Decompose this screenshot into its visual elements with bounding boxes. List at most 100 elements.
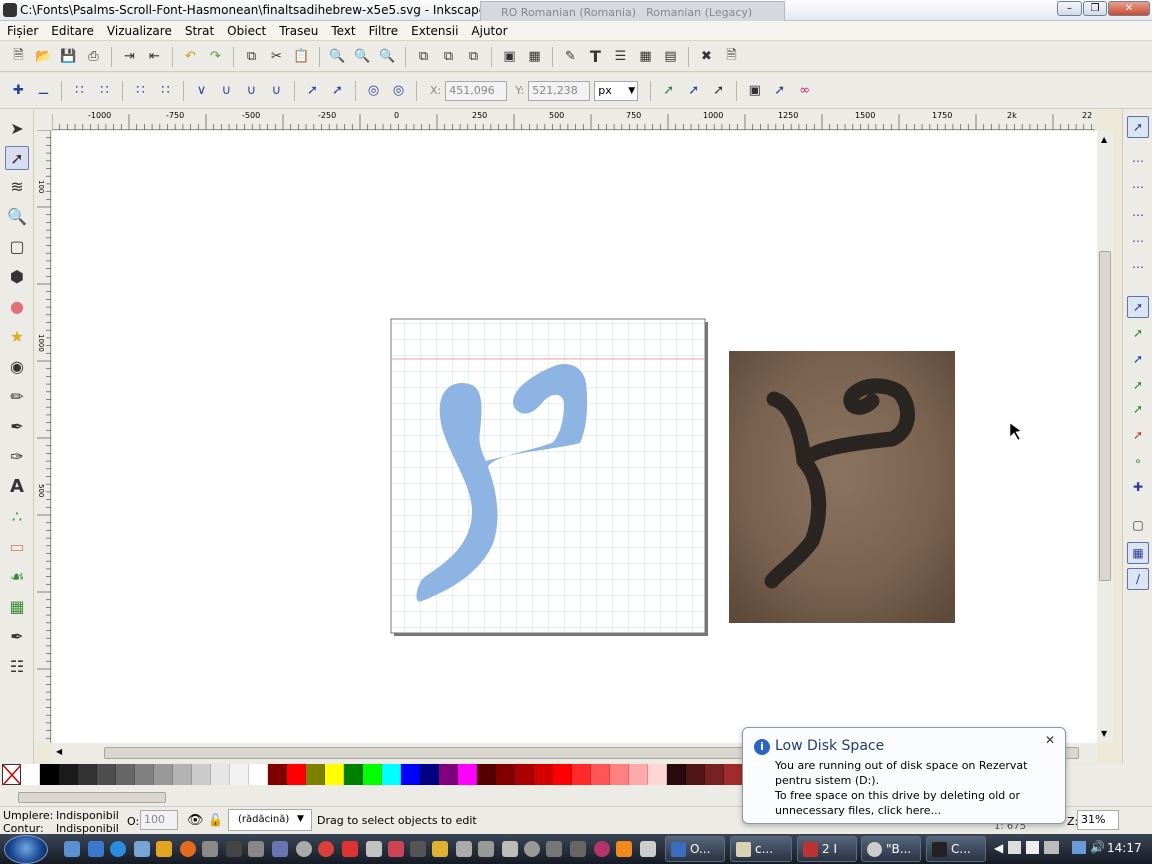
color-swatch[interactable] xyxy=(572,764,591,785)
snap-grid-icon[interactable]: ▦ xyxy=(1127,542,1149,564)
color-swatch[interactable] xyxy=(515,764,534,785)
open-icon[interactable]: 📂 xyxy=(35,48,52,65)
snap-cusp-icon[interactable]: ➚ xyxy=(1127,374,1149,396)
color-swatch[interactable] xyxy=(344,764,363,785)
zoom-field[interactable]: 31% xyxy=(1077,810,1119,830)
network-icon[interactable] xyxy=(1072,841,1086,854)
drawing-canvas[interactable] xyxy=(52,131,1097,743)
color-swatch[interactable] xyxy=(21,764,40,785)
gradient-tool-icon[interactable]: ▦ xyxy=(5,594,29,618)
color-swatch[interactable] xyxy=(154,764,173,785)
color-swatch[interactable] xyxy=(420,764,439,785)
color-swatch[interactable] xyxy=(439,764,458,785)
edit-clip-icon[interactable]: ▣ xyxy=(746,82,763,99)
selector-tool-icon[interactable]: ➤ xyxy=(5,116,29,140)
scroll-down-icon[interactable]: ▼ xyxy=(1101,729,1107,738)
menu-extensions[interactable]: Extensii xyxy=(411,24,458,38)
paste-icon[interactable]: 📋 xyxy=(293,48,310,65)
zoom-page-icon[interactable]: 🔍 xyxy=(379,48,396,65)
layer-visibility-icon[interactable]: 👁 xyxy=(187,813,204,828)
show-path-outline-icon[interactable]: ➚ xyxy=(660,82,677,99)
color-swatch[interactable] xyxy=(97,764,116,785)
internet-explorer-icon[interactable] xyxy=(110,841,126,857)
quicklaunch-icon[interactable] xyxy=(478,841,494,857)
keyboard-layout-label[interactable]: Romanian (Legacy) xyxy=(646,6,752,19)
join-nodes-icon[interactable]: ∷ xyxy=(71,82,88,99)
color-swatch[interactable] xyxy=(686,764,705,785)
snap-bbox-midpoint-icon[interactable]: ⋯ xyxy=(1127,230,1149,252)
star-tool-icon[interactable]: ★ xyxy=(5,324,29,348)
save-icon[interactable]: 💾 xyxy=(60,48,77,65)
pencil-tool-icon[interactable]: ✏ xyxy=(5,384,29,408)
tweak-tool-icon[interactable]: ≋ xyxy=(5,174,29,198)
palette-scroll-thumb[interactable] xyxy=(18,792,166,803)
close-icon[interactable]: ✕ xyxy=(1045,733,1055,747)
color-swatch[interactable] xyxy=(629,764,648,785)
export-icon[interactable]: ⇤ xyxy=(146,48,163,65)
php-icon[interactable] xyxy=(272,841,288,857)
quicklaunch-icon[interactable] xyxy=(456,841,472,857)
group-icon[interactable]: ▣ xyxy=(501,48,518,65)
snap-midpoint-icon[interactable]: ➚ xyxy=(1127,424,1149,446)
quicklaunch-icon[interactable] xyxy=(640,841,656,857)
undo-icon[interactable]: ↶ xyxy=(182,48,199,65)
menu-layer[interactable]: Strat xyxy=(185,24,214,38)
redo-icon[interactable]: ↷ xyxy=(207,48,224,65)
menu-text[interactable]: Text xyxy=(331,24,355,38)
color-swatch[interactable] xyxy=(477,764,496,785)
smooth-node-icon[interactable]: ∪ xyxy=(218,82,235,99)
align-distribute-icon[interactable]: ▤ xyxy=(662,48,679,65)
spray-tool-icon[interactable]: ∴ xyxy=(5,504,29,528)
xml-editor-icon[interactable]: ▦ xyxy=(637,48,654,65)
3d-box-tool-icon[interactable]: ⬢ xyxy=(5,264,29,288)
snap-smooth-icon[interactable]: ➚ xyxy=(1127,398,1149,420)
snap-guide-icon[interactable]: ∕ xyxy=(1127,568,1149,590)
quicklaunch-icon[interactable] xyxy=(296,841,312,857)
segment-line-icon[interactable]: ➚ xyxy=(304,82,321,99)
quicklaunch-icon[interactable] xyxy=(594,841,610,857)
quicklaunch-icon[interactable] xyxy=(248,841,264,857)
snap-intersection-icon[interactable]: ➚ xyxy=(1127,348,1149,370)
clone-icon[interactable]: ⧉ xyxy=(440,48,457,65)
fill-value[interactable]: Indisponibil xyxy=(56,809,119,822)
spiral-tool-icon[interactable]: ◉ xyxy=(5,354,29,378)
unit-select[interactable]: px ▼ xyxy=(594,80,639,101)
menu-view[interactable]: Vizualizare xyxy=(107,24,172,38)
snap-nodes-icon[interactable]: ➚ xyxy=(1127,296,1149,318)
color-swatch[interactable] xyxy=(667,764,686,785)
quicklaunch-icon[interactable] xyxy=(388,841,404,857)
menu-file[interactable]: Fișier xyxy=(7,24,38,38)
tray-expand-icon[interactable]: ◀ xyxy=(994,841,1003,855)
snap-bbox-icon[interactable]: ⋯ xyxy=(1127,150,1149,172)
opacity-field[interactable]: 100 xyxy=(140,810,178,830)
menu-filters[interactable]: Filtre xyxy=(369,24,398,38)
eraser-tool-icon[interactable]: ▭ xyxy=(5,534,29,558)
fill-stroke-icon[interactable]: ✎ xyxy=(562,48,579,65)
snap-rotation-center-icon[interactable]: ✚ xyxy=(1127,476,1149,498)
segment-curve-icon[interactable]: ➚ xyxy=(329,82,346,99)
color-swatch[interactable] xyxy=(363,764,382,785)
menu-path[interactable]: Traseu xyxy=(279,24,318,38)
break-path-icon[interactable]: ∷ xyxy=(96,82,113,99)
quicklaunch-icon[interactable] xyxy=(524,841,540,857)
color-swatch[interactable] xyxy=(553,764,572,785)
color-swatch[interactable] xyxy=(610,764,629,785)
symmetric-node-icon[interactable]: ∪ xyxy=(243,82,260,99)
quicklaunch-icon[interactable] xyxy=(410,841,426,857)
quicklaunch-icon[interactable] xyxy=(134,841,150,857)
maximize-button[interactable]: ❐ xyxy=(1083,1,1107,16)
color-swatch[interactable] xyxy=(705,764,724,785)
color-swatch[interactable] xyxy=(648,764,667,785)
quicklaunch-icon[interactable] xyxy=(546,841,562,857)
copy-icon[interactable]: ⧉ xyxy=(243,48,260,65)
vertical-scroll-thumb[interactable] xyxy=(1099,251,1111,581)
vertical-ruler[interactable]: 100 1000 500 xyxy=(35,130,51,743)
language-label[interactable]: RO Romanian (Romania) xyxy=(501,6,636,19)
menu-edit[interactable]: Editare xyxy=(51,24,94,38)
color-swatch[interactable] xyxy=(496,764,515,785)
quicklaunch-icon[interactable] xyxy=(202,841,218,857)
minimize-button[interactable]: – xyxy=(1057,1,1082,16)
taskbar-button[interactable]: 2 I xyxy=(797,836,857,862)
snap-bbox-center-icon[interactable]: ⋯ xyxy=(1127,256,1149,278)
calligraphy-tool-icon[interactable]: ✑ xyxy=(5,444,29,468)
